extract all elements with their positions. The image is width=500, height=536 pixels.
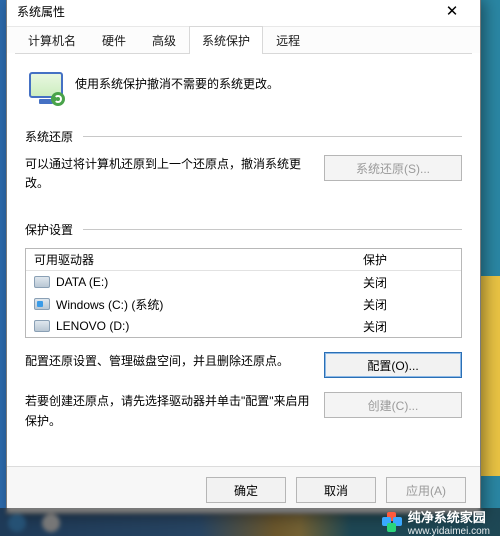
section-system-restore: 系统还原 可以通过将计算机还原到上一个还原点，撤消系统更改。 系统还原(S)..… — [25, 128, 462, 193]
drive-status: 关闭 — [363, 318, 453, 335]
restore-description: 可以通过将计算机还原到上一个还原点，撤消系统更改。 — [25, 155, 310, 193]
tab-advanced[interactable]: 高级 — [139, 26, 189, 54]
tab-system-protection[interactable]: 系统保护 — [189, 26, 263, 54]
drive-status: 关闭 — [363, 274, 453, 291]
window-title: 系统属性 — [17, 3, 65, 20]
close-icon: ✕ — [446, 4, 459, 19]
drive-name: DATA (E:) — [56, 275, 108, 289]
tab-hardware[interactable]: 硬件 — [89, 26, 139, 54]
drive-status: 关闭 — [363, 296, 453, 313]
disk-icon — [34, 276, 50, 288]
drive-row[interactable]: LENOVO (D:) 关闭 — [26, 315, 461, 337]
apply-button[interactable]: 应用(A) — [386, 477, 466, 503]
watermark-logo-icon — [382, 512, 402, 532]
close-button[interactable]: ✕ — [432, 0, 472, 24]
system-protection-icon — [29, 70, 63, 104]
drive-row[interactable]: DATA (E:) 关闭 — [26, 271, 461, 293]
tab-computer-name[interactable]: 计算机名 — [15, 26, 89, 54]
section-heading-restore: 系统还原 — [25, 128, 73, 145]
col-status-header: 保护 — [363, 251, 453, 268]
drive-name: Windows (C:) (系统) — [56, 296, 163, 313]
divider — [83, 136, 462, 137]
create-description: 若要创建还原点，请先选择驱动器并单击"配置"来启用保护。 — [25, 392, 310, 430]
titlebar: 系统属性 ✕ — [7, 0, 480, 27]
cancel-button[interactable]: 取消 — [296, 477, 376, 503]
intro-row: 使用系统保护撤消不需要的系统更改。 — [25, 66, 462, 120]
configure-description: 配置还原设置、管理磁盘空间，并且删除还原点。 — [25, 352, 310, 371]
section-heading-protection: 保护设置 — [25, 221, 73, 238]
disk-icon — [34, 320, 50, 332]
watermark-url: www.yidaimei.com — [408, 526, 490, 536]
watermark-bar: 纯净系统家园 www.yidaimei.com — [0, 508, 500, 536]
disk-icon — [34, 298, 50, 310]
create-restore-point-button[interactable]: 创建(C)... — [324, 392, 462, 418]
section-protection-settings: 保护设置 可用驱动器 保护 DATA (E:) 关闭 Windows (C:) … — [25, 221, 462, 430]
configure-button[interactable]: 配置(O)... — [324, 352, 462, 378]
tabstrip: 计算机名 硬件 高级 系统保护 远程 — [7, 27, 480, 53]
drive-name: LENOVO (D:) — [56, 319, 129, 333]
system-restore-button[interactable]: 系统还原(S)... — [324, 155, 462, 181]
watermark-brand: 纯净系统家园 — [408, 507, 490, 526]
drive-list[interactable]: 可用驱动器 保护 DATA (E:) 关闭 Windows (C:) (系统) … — [25, 248, 462, 338]
system-properties-dialog: 系统属性 ✕ 计算机名 硬件 高级 系统保护 远程 使用系统保护撤消不需要的系统… — [6, 0, 481, 514]
drive-row[interactable]: Windows (C:) (系统) 关闭 — [26, 293, 461, 315]
divider — [83, 229, 462, 230]
ok-button[interactable]: 确定 — [206, 477, 286, 503]
drive-list-header: 可用驱动器 保护 — [26, 249, 461, 271]
dialog-footer: 确定 取消 应用(A) — [7, 466, 480, 513]
tab-remote[interactable]: 远程 — [263, 26, 313, 54]
intro-text: 使用系统保护撤消不需要的系统更改。 — [75, 70, 279, 104]
col-drive-header: 可用驱动器 — [34, 251, 363, 268]
tab-panel: 使用系统保护撤消不需要的系统更改。 系统还原 可以通过将计算机还原到上一个还原点… — [7, 54, 480, 466]
